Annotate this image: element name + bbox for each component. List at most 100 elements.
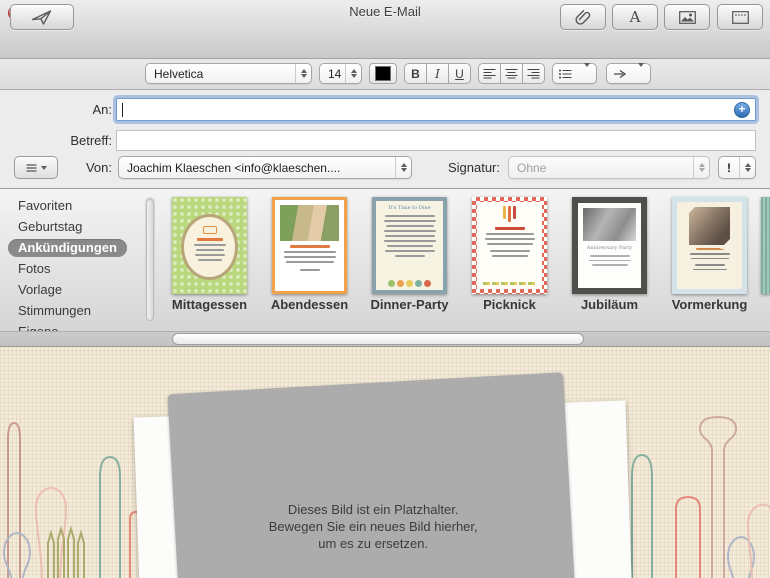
thumbnail-photo (583, 208, 636, 241)
font-family-popup[interactable]: Helvetica (145, 63, 312, 84)
from-label: Von: (8, 160, 112, 175)
sidebar-item-vorlage[interactable]: Vorlage (8, 281, 72, 299)
sidebar-item-eigene[interactable]: Eigene (8, 323, 68, 331)
sidebar-item-ankuendigungen[interactable]: Ankündigungen (8, 239, 127, 257)
sidebar-item-fotos[interactable]: Fotos (8, 260, 61, 278)
template-horizontal-scrollbar[interactable] (0, 331, 770, 346)
sidebar-item-stimmungen[interactable]: Stimmungen (8, 302, 101, 320)
category-sidebar: Favoriten Geburtstag Ankündigungen Fotos… (0, 189, 160, 331)
arrow-right-icon (607, 69, 638, 79)
text-style-group: B I U (404, 63, 471, 84)
template-jubilaeum-thumbnail[interactable]: Anniversary Party (572, 197, 647, 294)
paperclip-icon (575, 9, 591, 26)
sidebar-scrollbar-thumb[interactable] (146, 199, 154, 321)
priority-stepper[interactable] (739, 157, 755, 178)
thumbnail-heading: It's Time to Dine (376, 205, 443, 212)
chevron-down-icon (584, 67, 590, 81)
bold-button[interactable]: B (404, 63, 427, 84)
stationery-browser: Favoriten Geburtstag Ankündigungen Fotos… (0, 189, 770, 347)
template-label: Jubiläum (564, 297, 655, 312)
text-caret (122, 103, 123, 117)
template-dinner-party[interactable]: It's Time to Dine (372, 189, 447, 331)
template-picknick[interactable]: Picknick (472, 189, 547, 331)
window-chrome: Neue E-Mail A (0, 0, 770, 59)
template-mittagessen[interactable]: Mittagessen (172, 189, 247, 331)
template-mittagessen-thumbnail[interactable] (172, 197, 247, 294)
new-email-window: Neue E-Mail A (0, 0, 770, 578)
font-size-stepper[interactable] (345, 64, 361, 83)
signature-popup[interactable]: Ohne (508, 156, 710, 179)
to-input[interactable]: + (116, 98, 756, 121)
template-jubilaeum[interactable]: Anniversary Party Jubiläum (572, 189, 647, 331)
fonts-button[interactable]: A (612, 4, 658, 30)
thumbnail-heading: Anniversary Party (578, 245, 641, 252)
sidebar-item-favoriten[interactable]: Favoriten (8, 197, 82, 215)
signature-stepper[interactable] (693, 157, 709, 178)
placeholder-text: Dieses Bild ist ein Platzhalter. Bewegen… (175, 501, 571, 552)
sidebar-scrollbar[interactable] (145, 197, 155, 323)
indent-popup[interactable] (606, 63, 651, 84)
align-center-button[interactable] (500, 63, 523, 84)
thumbnail-photo (280, 205, 339, 241)
template-label: Mittagessen (164, 297, 255, 312)
from-value: Joachim Klaeschen <info@klaeschen.... (119, 161, 395, 175)
vegetable-illustration (376, 280, 443, 287)
add-recipient-button[interactable]: + (734, 102, 750, 118)
template-abendessen[interactable]: Abendessen (272, 189, 347, 331)
align-left-button[interactable] (478, 63, 501, 84)
paper-plane-icon (31, 9, 53, 26)
template-vormerkung-thumbnail[interactable] (672, 197, 747, 294)
send-button[interactable] (10, 4, 74, 30)
message-body-stationery[interactable]: Dieses Bild ist ein Platzhalter. Bewegen… (0, 347, 770, 578)
stationery-pane-icon (732, 11, 749, 24)
template-abendessen-thumbnail[interactable] (272, 197, 347, 294)
template-label: Dinner-Party (364, 297, 455, 312)
signature-value: Ohne (509, 161, 693, 175)
align-right-icon (527, 68, 540, 79)
font-size-value: 14 (320, 67, 345, 81)
text-color-swatch (375, 66, 391, 81)
from-popup[interactable]: Joachim Klaeschen <info@klaeschen.... (118, 156, 412, 179)
decorative-circle (181, 214, 238, 280)
template-vormerkung[interactable]: Vormerkung (672, 189, 747, 331)
message-headers: An: + Betreff: Von: Joachim Klaeschen <i… (0, 90, 770, 189)
priority-icon: ! (719, 161, 739, 175)
signature-label: Signatur: (396, 160, 500, 175)
chevron-down-icon (638, 67, 644, 81)
format-bar: Helvetica 14 B I U (0, 59, 770, 90)
template-picknick-thumbnail[interactable] (472, 197, 547, 294)
sidebar-item-geburtstag[interactable]: Geburtstag (8, 218, 92, 236)
align-center-icon (505, 68, 518, 79)
letter-A-icon: A (630, 8, 641, 26)
thumbnail-card (477, 202, 542, 289)
template-label: Abendessen (264, 297, 355, 312)
italic-button[interactable]: I (426, 63, 449, 84)
horizontal-scrollbar-thumb[interactable] (172, 333, 584, 345)
list-style-popup[interactable] (552, 63, 597, 84)
subject-input[interactable] (116, 130, 756, 151)
align-right-button[interactable] (522, 63, 545, 84)
font-family-stepper[interactable] (295, 64, 311, 83)
photo-mat: Anniversary Party (578, 203, 641, 288)
template-label: Vormerkung (664, 297, 755, 312)
image-placeholder[interactable]: Dieses Bild ist ein Platzhalter. Bewegen… (167, 372, 578, 578)
font-size-popup[interactable]: 14 (319, 63, 362, 84)
photo-icon (679, 11, 696, 24)
category-list: Favoriten Geburtstag Ankündigungen Fotos… (0, 189, 160, 331)
photo-browser-button[interactable] (664, 4, 710, 30)
thumbnail-photo (689, 207, 730, 245)
to-label: An: (8, 102, 112, 117)
template-partial-next[interactable] (761, 197, 770, 294)
alignment-group (478, 63, 545, 84)
stationery-button[interactable] (717, 4, 763, 30)
priority-popup[interactable]: ! (718, 156, 756, 179)
text-color-button[interactable] (369, 63, 397, 84)
attach-button[interactable] (560, 4, 606, 30)
thumbnail-card (677, 202, 742, 289)
template-label: Picknick (464, 297, 555, 312)
underline-button[interactable]: U (448, 63, 471, 84)
dashed-border (483, 282, 536, 285)
template-dinner-party-thumbnail[interactable]: It's Time to Dine (372, 197, 447, 294)
align-left-icon (483, 68, 496, 79)
template-strip: Mittagessen Abendessen It's Time to Dine (160, 189, 770, 331)
